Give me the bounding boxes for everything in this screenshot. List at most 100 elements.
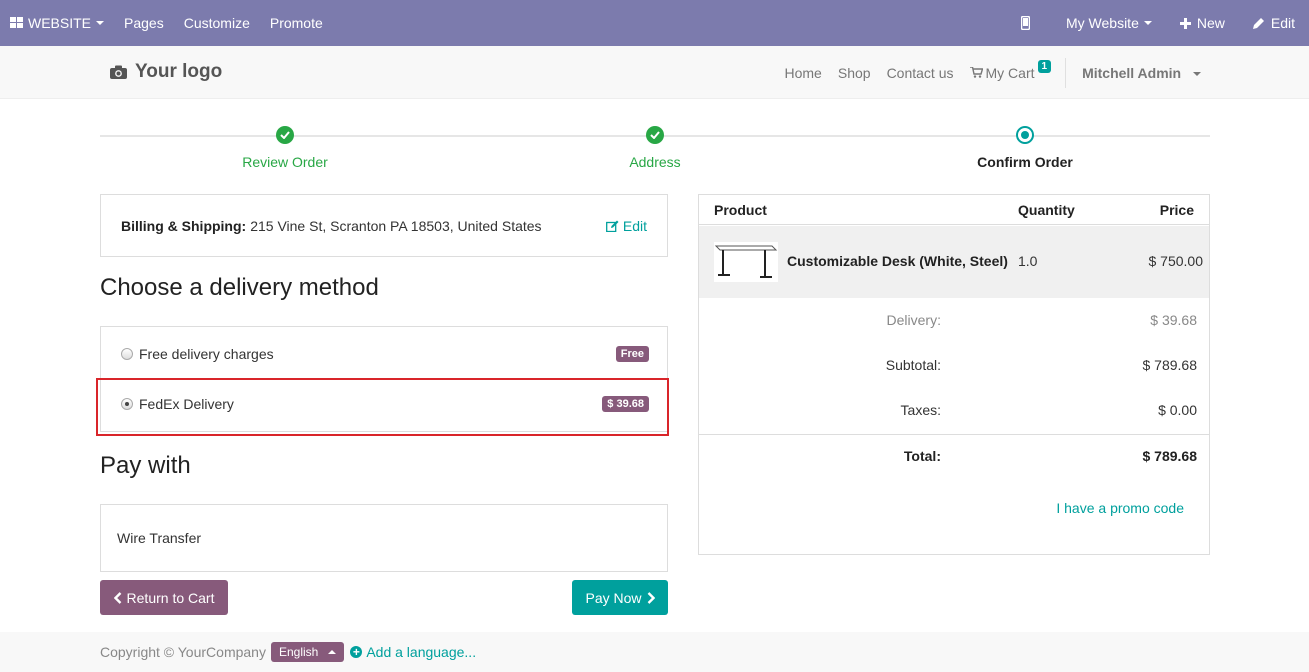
- new-button[interactable]: New: [1166, 0, 1239, 46]
- check-circle-icon: [646, 126, 664, 144]
- camera-icon: [110, 65, 127, 79]
- nav-shop[interactable]: Shop: [830, 65, 879, 81]
- chevron-left-icon: [113, 591, 121, 604]
- delivery-price-badge: Free: [615, 345, 649, 362]
- total-divider: [699, 434, 1209, 435]
- current-step-icon: [1016, 126, 1034, 144]
- delivery-price-badge: $ 39.68: [602, 395, 649, 412]
- billing-address: 215 Vine St, Scranton PA 18503, United S…: [250, 217, 542, 234]
- step-label: Review Order: [242, 154, 328, 170]
- promote-menu[interactable]: Promote: [260, 0, 333, 46]
- chevron-right-icon: [647, 591, 655, 604]
- chevron-down-icon: [1143, 21, 1152, 25]
- website-menu-label: WEBSITE: [28, 15, 92, 31]
- edit-button[interactable]: Edit: [1239, 0, 1309, 46]
- cart-count-badge: 1: [1037, 60, 1052, 73]
- nav-contact[interactable]: Contact us: [879, 65, 962, 81]
- footer: Copyright © YourCompany English + Add a …: [0, 632, 1309, 672]
- subtotal-label: Subtotal:: [885, 357, 941, 373]
- delivery-row: Delivery: $ 39.68: [699, 312, 1209, 332]
- pages-menu[interactable]: Pages: [114, 0, 174, 46]
- pencil-icon: [1252, 18, 1264, 29]
- col-product: Product: [714, 202, 767, 218]
- delivery-option-label: Free delivery charges: [139, 345, 274, 362]
- mobile-icon: [1020, 16, 1030, 30]
- language-selector[interactable]: English: [270, 642, 345, 662]
- plus-circle-icon: +: [350, 646, 363, 658]
- taxes-label: Taxes:: [900, 402, 941, 418]
- customize-menu[interactable]: Customize: [174, 0, 260, 46]
- website-menu[interactable]: WEBSITE: [0, 0, 114, 46]
- col-price: Price: [1159, 202, 1194, 218]
- add-language-label: Add a language...: [366, 644, 477, 660]
- new-label: New: [1196, 15, 1225, 31]
- delivery-option-fedex[interactable]: FedEx Delivery $ 39.68: [101, 377, 669, 430]
- pay-now-button[interactable]: Pay Now: [572, 580, 668, 615]
- nav-home[interactable]: Home: [777, 65, 830, 81]
- subtotal-row: Subtotal: $ 789.68: [699, 357, 1209, 377]
- user-name: Mitchell Admin: [1082, 64, 1182, 81]
- step-review-order[interactable]: Review Order: [185, 126, 385, 170]
- taxes-value: $ 0.00: [1158, 402, 1197, 418]
- cart-icon: [969, 67, 983, 78]
- order-table-header: Product Quantity Price: [699, 195, 1209, 225]
- total-value: $ 789.68: [1142, 448, 1198, 464]
- total-label: Total:: [903, 448, 941, 464]
- payment-method-label: Wire Transfer: [117, 530, 202, 546]
- checkout-progress: Review Order Address Confirm Order: [100, 120, 1210, 180]
- apps-grid-icon: [10, 17, 23, 28]
- delivery-method-title: Choose a delivery method: [100, 274, 379, 301]
- my-website-label: My Website: [1065, 15, 1139, 31]
- total-row: Total: $ 789.68: [699, 448, 1209, 468]
- product-image: [714, 242, 778, 282]
- promo-code-link[interactable]: I have a promo code: [1056, 500, 1184, 516]
- delivery-label: Delivery:: [886, 312, 941, 328]
- product-quantity: 1.0: [1018, 253, 1038, 269]
- my-website-menu[interactable]: My Website: [1052, 0, 1166, 46]
- delivery-radio[interactable]: [121, 347, 133, 360]
- edit-label: Edit: [622, 217, 647, 234]
- delivery-option-free[interactable]: Free delivery charges Free: [101, 327, 669, 380]
- logo-text: Your logo: [135, 61, 223, 82]
- edit-address-link[interactable]: Edit: [605, 217, 647, 234]
- col-quantity: Quantity: [1018, 202, 1075, 218]
- billing-shipping-box: Billing & Shipping: 215 Vine St, Scranto…: [100, 194, 668, 257]
- payment-method-option[interactable]: Wire Transfer: [100, 504, 668, 572]
- nav-my-cart[interactable]: My Cart 1: [962, 60, 1060, 81]
- chevron-down-icon: [96, 21, 105, 25]
- user-menu[interactable]: Mitchell Admin: [1074, 65, 1209, 81]
- delivery-option-label: FedEx Delivery: [139, 395, 234, 412]
- copyright-text: Copyright © YourCompany: [100, 644, 266, 660]
- subtotal-value: $ 789.68: [1142, 357, 1198, 373]
- return-to-cart-label: Return to Cart: [126, 589, 215, 606]
- return-to-cart-button[interactable]: Return to Cart: [100, 580, 228, 615]
- delivery-value: $ 39.68: [1150, 312, 1197, 328]
- language-label: English: [278, 645, 319, 659]
- mobile-preview-button[interactable]: [999, 0, 1052, 46]
- plus-icon: [1179, 17, 1191, 29]
- product-price: $ 750.00: [1148, 253, 1204, 269]
- order-line: Customizable Desk (White, Steel) 1.0 $ 7…: [699, 226, 1209, 298]
- cart-label: My Cart: [985, 64, 1035, 81]
- edit-label: Edit: [1270, 15, 1295, 31]
- add-language-link[interactable]: + Add a language...: [350, 644, 476, 660]
- step-label: Address: [629, 154, 681, 170]
- main-nav: Home Shop Contact us My Cart 1 Mitchell …: [777, 46, 1210, 99]
- billing-label: Billing & Shipping:: [121, 217, 247, 234]
- site-logo[interactable]: Your logo: [110, 61, 222, 83]
- step-address[interactable]: Address: [555, 126, 755, 170]
- admin-bar: WEBSITE Pages Customize Promote My Websi…: [0, 0, 1309, 46]
- edit-icon: [605, 220, 619, 232]
- nav-divider: [1065, 57, 1067, 88]
- delivery-radio[interactable]: [121, 397, 133, 410]
- taxes-row: Taxes: $ 0.00: [699, 402, 1209, 422]
- site-header: Your logo Home Shop Contact us My Cart 1…: [0, 46, 1309, 99]
- pay-with-title: Pay with: [100, 452, 191, 479]
- product-name[interactable]: Customizable Desk (White, Steel): [787, 253, 1008, 269]
- check-circle-icon: [276, 126, 294, 144]
- caret-up-icon: [328, 650, 337, 654]
- order-summary: Product Quantity Price Customizable Desk…: [698, 194, 1210, 555]
- chevron-down-icon: [1193, 71, 1201, 76]
- delivery-options: Free delivery charges Free FedEx Deliver…: [100, 326, 668, 432]
- pay-now-label: Pay Now: [585, 589, 642, 606]
